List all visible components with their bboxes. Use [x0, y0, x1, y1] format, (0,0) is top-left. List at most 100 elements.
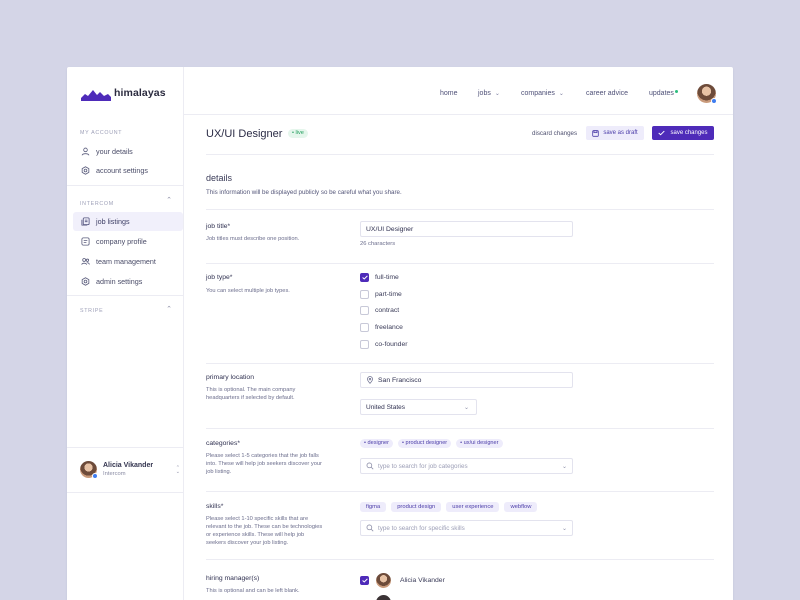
- job-listings-icon: [81, 217, 90, 226]
- sidebar-divider: [67, 295, 184, 296]
- profile-avatar[interactable]: [697, 84, 716, 103]
- checkbox[interactable]: [360, 323, 369, 332]
- chevron-updown-icon[interactable]: ⌃⌄: [176, 466, 180, 474]
- checkbox[interactable]: [360, 340, 369, 349]
- section-description: This information will be displayed publi…: [206, 189, 402, 196]
- job-type-full-time[interactable]: full-time: [360, 273, 399, 282]
- skill-tag[interactable]: product design: [391, 502, 441, 512]
- hiring-manager-row[interactable]: Alicia Vikander: [360, 573, 445, 588]
- sidebar-item-your-details[interactable]: your details: [73, 142, 183, 161]
- job-type-help: You can select multiple job types.: [206, 287, 324, 295]
- checkbox-checked[interactable]: [360, 576, 369, 585]
- section-label-my-account: MY ACCOUNT: [80, 130, 122, 136]
- sidebar-divider: [67, 185, 184, 186]
- nav-updates[interactable]: updates: [649, 90, 678, 97]
- sidebar-item-admin-settings[interactable]: admin settings: [73, 272, 183, 291]
- skill-tags: figma product design user experience web…: [360, 502, 537, 512]
- category-tags: • designer • product designer • ux/ui de…: [360, 439, 503, 448]
- nav-label: career advice: [586, 90, 628, 97]
- nav-label: updates: [649, 90, 674, 97]
- skills-help: Please select 1-10 specific skills that …: [206, 515, 324, 547]
- sidebar-divider: [67, 447, 184, 448]
- check-icon: [362, 275, 368, 280]
- hiring-managers-label: hiring manager(s): [206, 575, 259, 582]
- sidebar-item-company-profile[interactable]: company profile: [73, 232, 183, 251]
- divider: [206, 209, 714, 210]
- current-user[interactable]: Alicia Vikander Intercom ⌃⌄: [80, 461, 180, 478]
- top-nav: home jobs⌄ companies⌄ career advice upda…: [184, 67, 733, 115]
- check-icon: [362, 578, 368, 583]
- hiring-managers-help: This is optional and can be left blank.: [206, 587, 324, 595]
- chevron-up-icon[interactable]: ⌃: [165, 306, 173, 314]
- category-search-input[interactable]: type to search for job categories ⌄: [360, 458, 573, 474]
- category-tag[interactable]: • ux/ui designer: [456, 439, 502, 448]
- button-label: save as draft: [603, 130, 637, 136]
- divider: [206, 491, 714, 492]
- sidebar-item-account-settings[interactable]: account settings: [73, 161, 183, 180]
- section-label-stripe: STRIPE: [80, 308, 103, 314]
- checkbox-checked[interactable]: [360, 273, 369, 282]
- save-changes-button[interactable]: save changes: [652, 126, 714, 140]
- sidebar-divider: [67, 492, 184, 493]
- nav-label: companies: [521, 90, 555, 97]
- sidebar: himalayas MY ACCOUNT your details accoun…: [67, 67, 184, 600]
- sidebar-item-label: admin settings: [96, 277, 142, 286]
- checkbox[interactable]: [360, 306, 369, 315]
- notification-dot: [675, 90, 678, 93]
- checkbox[interactable]: [360, 290, 369, 299]
- job-title-input[interactable]: UX/UI Designer: [360, 221, 573, 237]
- checkbox-label: part-time: [375, 291, 402, 298]
- skill-search-input[interactable]: type to search for specific skills ⌄: [360, 520, 573, 536]
- nav-jobs[interactable]: jobs⌄: [478, 90, 500, 97]
- user-org: Intercom: [103, 471, 153, 477]
- section-label-intercom: INTERCOM: [80, 201, 114, 207]
- country-select[interactable]: United States ⌄: [360, 399, 477, 415]
- checkbox-label: co-founder: [375, 341, 408, 348]
- verified-badge-icon: [711, 98, 717, 104]
- location-input[interactable]: San Francisco: [360, 372, 573, 388]
- job-type-label: job type*: [206, 274, 232, 281]
- save-as-draft-button[interactable]: save as draft: [586, 126, 644, 140]
- job-type-freelance[interactable]: freelance: [360, 323, 403, 332]
- button-label: save changes: [670, 130, 707, 136]
- avatar: [376, 573, 391, 588]
- divider: [206, 428, 714, 429]
- category-tag[interactable]: • designer: [360, 439, 393, 448]
- divider: [206, 154, 714, 155]
- category-tag[interactable]: • product designer: [398, 439, 451, 448]
- sidebar-item-label: your details: [96, 147, 133, 156]
- job-type-part-time[interactable]: part-time: [360, 290, 402, 299]
- chevron-down-icon: ⌄: [495, 91, 500, 97]
- sidebar-item-team-management[interactable]: team management: [73, 252, 183, 271]
- categories-label: categories*: [206, 440, 240, 447]
- sidebar-item-job-listings[interactable]: job listings: [73, 212, 183, 231]
- gear-icon: [81, 277, 90, 286]
- logo[interactable]: himalayas: [81, 85, 166, 101]
- nav-career-advice[interactable]: career advice: [586, 90, 628, 97]
- hiring-manager-row-partial[interactable]: [360, 595, 400, 600]
- chevron-down-icon: ⌄: [464, 404, 469, 411]
- job-title-help: Job titles must describe one position.: [206, 235, 324, 243]
- skill-tag[interactable]: user experience: [446, 502, 499, 512]
- input-value: San Francisco: [378, 377, 421, 384]
- manager-name: Alicia Vikander: [400, 577, 445, 584]
- chevron-up-icon[interactable]: ⌃: [165, 197, 173, 205]
- skill-tag[interactable]: webflow: [504, 502, 537, 512]
- job-type-contract[interactable]: contract: [360, 306, 399, 315]
- discard-changes-button[interactable]: discard changes: [532, 130, 577, 137]
- divider: [206, 559, 714, 560]
- user-name: Alicia Vikander: [103, 462, 153, 469]
- brand-name: himalayas: [114, 87, 166, 99]
- avatar: [376, 595, 391, 600]
- skill-tag[interactable]: figma: [360, 502, 386, 512]
- job-type-co-founder[interactable]: co-founder: [360, 340, 408, 349]
- checkbox-label: full-time: [375, 274, 399, 281]
- primary-location-help: This is optional. The main company headq…: [206, 386, 324, 402]
- search-icon: [366, 462, 374, 470]
- nav-home[interactable]: home: [440, 90, 458, 97]
- nav-companies[interactable]: companies⌄: [521, 90, 564, 97]
- floppy-disk-icon: [592, 130, 599, 137]
- avatar: [80, 461, 97, 478]
- character-count: 26 characters: [360, 241, 395, 247]
- checkbox-label: contract: [375, 307, 399, 314]
